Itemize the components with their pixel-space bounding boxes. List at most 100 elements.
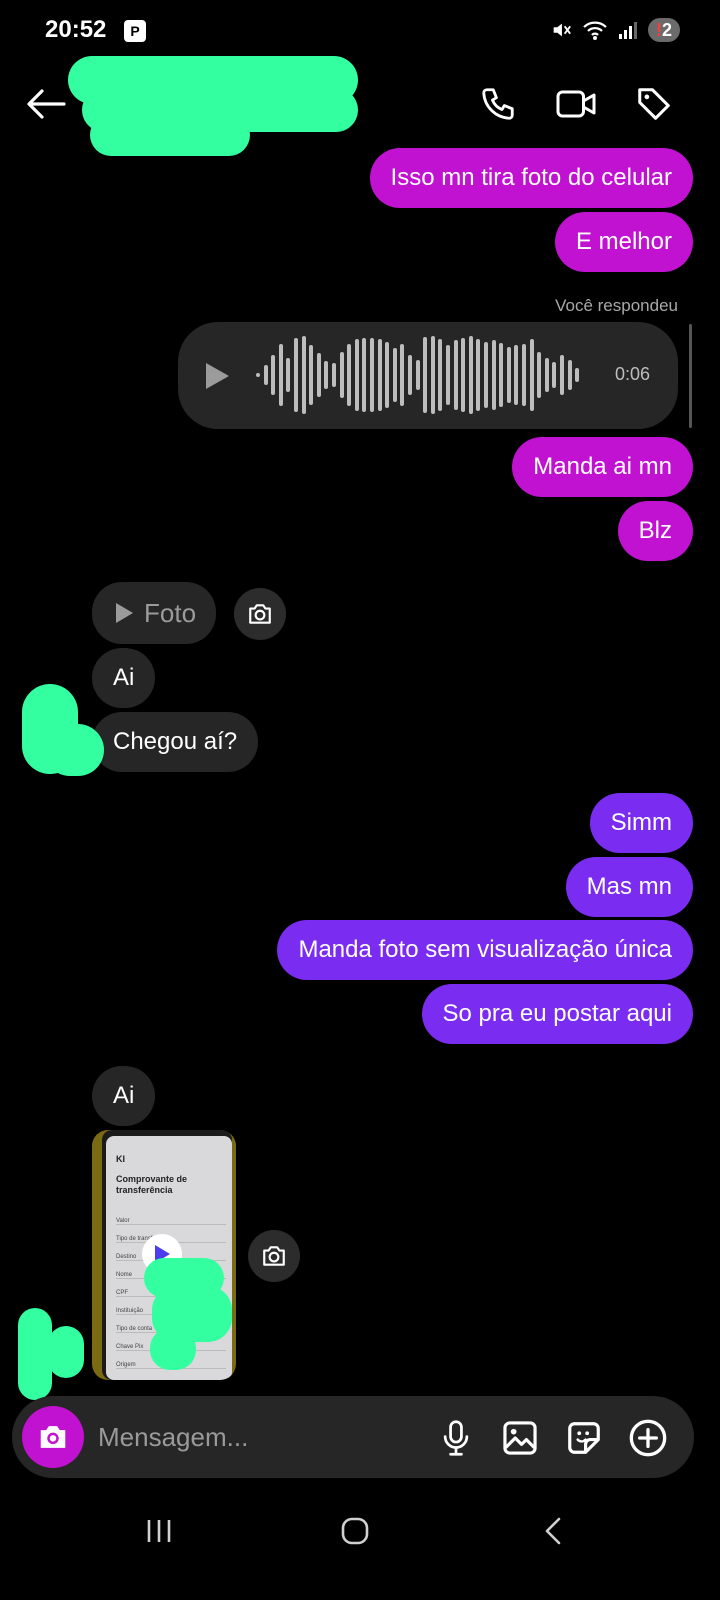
waveform-bar bbox=[567, 360, 572, 390]
message-bubble-outgoing[interactable]: Isso mn tira foto do celular bbox=[369, 148, 693, 208]
message-bubble-incoming[interactable]: Ai bbox=[92, 1066, 156, 1126]
waveform-bar bbox=[423, 337, 428, 413]
recents-icon bbox=[147, 1520, 171, 1542]
plus-circle-icon bbox=[629, 1419, 667, 1457]
message-bubble-outgoing[interactable]: E melhor bbox=[554, 212, 693, 272]
waveform-bar bbox=[453, 340, 458, 410]
wifi-icon bbox=[583, 21, 607, 40]
message-input[interactable]: Mensagem... bbox=[98, 1422, 248, 1453]
chevron-left-icon bbox=[545, 1517, 561, 1545]
camera-icon bbox=[40, 1426, 66, 1448]
photo-label: Foto bbox=[144, 598, 197, 628]
view-once-photo[interactable]: Foto bbox=[92, 582, 217, 644]
notification-badge: !2 bbox=[647, 18, 680, 42]
waveform-bar bbox=[339, 352, 344, 398]
microphone-button[interactable] bbox=[436, 1416, 476, 1460]
status-time: 20:52 bbox=[45, 16, 107, 43]
waveform-bar bbox=[484, 342, 488, 408]
reply-label: Você respondeu bbox=[555, 296, 678, 315]
gallery-icon bbox=[503, 1421, 537, 1455]
waveform-bar bbox=[278, 344, 283, 406]
waveform bbox=[254, 322, 604, 429]
message-bubble-outgoing[interactable]: Manda foto sem visualização única bbox=[277, 920, 693, 980]
waveform-bar bbox=[438, 339, 443, 411]
voice-duration: 0:06 bbox=[615, 364, 651, 384]
waveform-bar bbox=[385, 342, 390, 408]
message-bubble-outgoing[interactable]: So pra eu postar aqui bbox=[421, 984, 693, 1044]
scrollbar[interactable] bbox=[689, 324, 692, 428]
waveform-bar bbox=[294, 338, 298, 412]
waveform-bar bbox=[347, 344, 352, 406]
parking-notification-icon: P bbox=[124, 20, 146, 42]
message-bubble-outgoing[interactable]: Simm bbox=[589, 793, 693, 853]
phone-icon bbox=[482, 88, 514, 120]
arrow-left-icon bbox=[27, 89, 66, 119]
gallery-button[interactable] bbox=[498, 1416, 542, 1460]
camera-button[interactable] bbox=[22, 1406, 84, 1468]
reply-camera-button[interactable] bbox=[248, 1230, 300, 1282]
waveform-bar bbox=[499, 343, 504, 407]
waveform-bar bbox=[392, 348, 397, 402]
system-back-button[interactable] bbox=[530, 1508, 576, 1554]
waveform-bar bbox=[514, 345, 519, 405]
camera-icon bbox=[263, 1246, 285, 1266]
waveform-bar bbox=[560, 355, 564, 395]
waveform-bar bbox=[256, 373, 260, 377]
waveform-bar bbox=[286, 358, 291, 392]
waveform-bar bbox=[377, 339, 382, 411]
signal-icon bbox=[618, 22, 637, 39]
video-call-button[interactable] bbox=[552, 80, 600, 128]
play-icon bbox=[116, 603, 133, 623]
waveform-bar bbox=[476, 339, 481, 411]
back-button[interactable] bbox=[24, 84, 68, 124]
waveform-bar bbox=[362, 338, 367, 412]
waveform-bar bbox=[491, 340, 496, 410]
voice-message[interactable]: 0:06 bbox=[178, 322, 678, 429]
avatar-redacted[interactable] bbox=[18, 1306, 88, 1402]
more-options-button[interactable] bbox=[626, 1416, 670, 1460]
status-icons: !2 bbox=[550, 18, 680, 42]
avatar-redacted[interactable] bbox=[18, 684, 106, 778]
redaction-mark bbox=[140, 1258, 234, 1372]
sticker-button[interactable] bbox=[562, 1416, 606, 1460]
play-icon[interactable] bbox=[204, 362, 230, 390]
waveform-bar bbox=[529, 339, 534, 411]
sticker-icon bbox=[568, 1422, 600, 1454]
waveform-bar bbox=[408, 355, 412, 395]
waveform-bar bbox=[316, 353, 321, 397]
waveform-bar bbox=[506, 347, 511, 403]
waveform-bar bbox=[400, 344, 405, 406]
waveform-bar bbox=[309, 345, 314, 405]
recents-button[interactable] bbox=[136, 1508, 182, 1554]
waveform-bar bbox=[468, 336, 473, 414]
home-icon bbox=[341, 1517, 369, 1545]
waveform-bar bbox=[537, 352, 542, 398]
waveform-bar bbox=[544, 358, 549, 392]
tag-icon bbox=[638, 88, 670, 120]
receipt-row: Valor bbox=[116, 1218, 226, 1225]
microphone-icon bbox=[443, 1420, 469, 1456]
message-bubble-outgoing[interactable]: Manda ai mn bbox=[512, 437, 693, 497]
message-bubble-outgoing[interactable]: Blz bbox=[617, 501, 693, 561]
waveform-bar bbox=[415, 360, 420, 390]
waveform-bar bbox=[430, 336, 435, 414]
waveform-bar bbox=[332, 363, 336, 387]
waveform-bar bbox=[575, 368, 580, 382]
waveform-bar bbox=[522, 344, 526, 406]
reply-camera-button[interactable] bbox=[234, 588, 286, 640]
waveform-bar bbox=[324, 361, 329, 389]
video-icon bbox=[556, 90, 596, 118]
camera-icon bbox=[249, 604, 271, 624]
waveform-bar bbox=[354, 339, 359, 411]
waveform-bar bbox=[370, 338, 374, 412]
message-bubble-outgoing[interactable]: Mas mn bbox=[565, 857, 693, 917]
tag-button[interactable] bbox=[630, 80, 678, 128]
waveform-bar bbox=[263, 365, 268, 385]
contact-name-redacted[interactable] bbox=[68, 50, 360, 160]
home-button[interactable] bbox=[332, 1508, 378, 1554]
waveform-bar bbox=[271, 355, 276, 395]
message-bubble-incoming[interactable]: Chegou aí? bbox=[92, 712, 259, 772]
mute-icon bbox=[553, 23, 571, 37]
voice-call-button[interactable] bbox=[474, 80, 522, 128]
receipt-title: Comprovante de transferência bbox=[116, 1174, 188, 1195]
